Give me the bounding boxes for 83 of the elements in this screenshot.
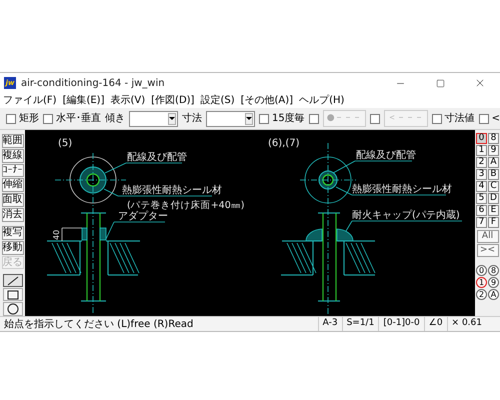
menu-item[interactable]: ヘルプ(H) <box>299 93 344 108</box>
draw-tool-button[interactable] <box>2 288 22 302</box>
checkbox-label: 寸法値 <box>444 112 475 126</box>
layer-group-button[interactable]: 9 <box>488 277 499 288</box>
layer-button[interactable]: F <box>488 217 499 228</box>
checkbox[interactable] <box>6 114 16 124</box>
layer-group-button[interactable]: 0 <box>476 265 487 276</box>
layer-mode-button[interactable]: >< <box>476 244 498 257</box>
layer-button[interactable]: D <box>488 193 499 204</box>
layer-button[interactable]: 1 <box>476 145 487 156</box>
checkbox-label: < <box>492 112 500 126</box>
layer-group-button[interactable]: 8 <box>488 265 499 276</box>
draw-tool-button[interactable] <box>2 274 22 288</box>
menu-item[interactable]: 設定(S) <box>200 93 235 108</box>
drawing-label: 配線及び配管 <box>356 150 416 161</box>
checkbox-label: 矩形 <box>19 112 39 126</box>
tool-button[interactable]: 消去 <box>2 208 24 222</box>
layer-button[interactable]: E <box>488 205 499 216</box>
checkbox-label: 水平･垂直 <box>56 112 101 126</box>
dropdown-field[interactable] <box>129 110 178 126</box>
tool-button[interactable]: ｺｰﾅｰ <box>2 164 24 178</box>
maximize-icon <box>436 78 444 88</box>
tool-button[interactable]: 範囲 <box>2 134 24 148</box>
drawing-label: アダプター <box>118 211 168 222</box>
checkbox-label: 15度毎 <box>272 112 305 126</box>
status-field: × 0.61 <box>446 317 486 331</box>
checkbox[interactable] <box>259 114 269 124</box>
layer-mode-button[interactable]: All <box>476 230 498 243</box>
tool-button[interactable]: 伸縮 <box>2 178 24 192</box>
layer-button[interactable]: A <box>488 157 499 168</box>
tool-button[interactable]: 移動 <box>2 240 24 255</box>
draw-tool-button[interactable] <box>2 302 22 316</box>
drawing-canvas[interactable]: (5) 40 配線及び配管 熱膨張性耐熱シール材 (パテ巻き付け床面+40㎜) アダプター (6),(7) 配線及び配管 熱膨張性耐熱シール材 耐火キャップ(パテ内蔵) <box>25 130 475 316</box>
checkbox[interactable] <box>432 114 442 124</box>
menu-item[interactable]: [作図(D)] <box>151 93 194 108</box>
layer-button[interactable]: 4 <box>476 181 487 192</box>
caret-icon <box>245 112 253 124</box>
status-field: ∠0 <box>424 317 447 331</box>
circle-tool-icon <box>6 303 18 316</box>
tool-button[interactable]: 複写 <box>2 226 24 240</box>
checkbox[interactable] <box>478 114 489 124</box>
drawing-label: (6),(7) <box>268 138 300 149</box>
layer-button[interactable]: 8 <box>488 133 499 144</box>
field-label: 傾き <box>105 112 125 126</box>
drawing-label: 配線及び配管 <box>127 152 187 163</box>
drawing-label: 熱膨張性耐熱シール材 <box>122 185 222 196</box>
layer-button[interactable]: 0 <box>476 133 487 144</box>
tool-button[interactable]: 複線 <box>2 148 24 163</box>
status-message: 始点を指示してください (L)free (R)Read <box>3 318 194 332</box>
checkbox[interactable] <box>370 114 380 124</box>
field-label: 寸法 <box>182 112 202 126</box>
tool-button[interactable]: 面取 <box>2 193 24 208</box>
layer-group-button[interactable]: 1 <box>476 277 487 288</box>
status-field: A-3 <box>318 317 342 331</box>
layer-button[interactable]: C <box>488 181 499 192</box>
menu-item[interactable]: ファイル(F) <box>3 93 57 108</box>
drawing-label: (5) <box>58 138 72 149</box>
layer-button[interactable]: B <box>488 169 499 180</box>
layer-button[interactable]: 6 <box>476 205 487 216</box>
menu-item[interactable]: [その他(A)] <box>240 93 294 108</box>
drawing-label: (パテ巻き付け床面+40㎜) <box>127 200 244 211</box>
status-field: [0-1]0-0 <box>378 317 424 331</box>
menu-item[interactable]: 表示(V) <box>110 93 146 108</box>
checkbox[interactable] <box>43 114 53 124</box>
layer-button[interactable]: 9 <box>488 145 499 156</box>
line-tool-icon <box>6 276 18 286</box>
rectangle-tool-icon <box>6 290 18 300</box>
layer-button[interactable]: 2 <box>476 157 487 168</box>
layer-group-button[interactable]: A <box>488 289 499 300</box>
layer-button[interactable]: 5 <box>476 193 487 204</box>
caret-icon <box>168 112 176 124</box>
status-field: S=1/1 <box>342 317 378 331</box>
drawing-label: 熱膨張性耐熱シール材 <box>352 184 452 195</box>
layer-group-button[interactable]: 2 <box>476 289 487 300</box>
drawing-label: 耐火キャップ(パテ内蔵) <box>352 210 460 221</box>
dimension-label: 40 <box>52 230 61 240</box>
close-icon <box>474 77 486 89</box>
layer-button[interactable]: 7 <box>476 217 487 228</box>
dropdown-field[interactable] <box>206 110 255 126</box>
menu-item[interactable]: [編集(E)] <box>62 93 104 108</box>
layer-button[interactable]: 3 <box>476 169 487 180</box>
checkbox[interactable] <box>308 114 319 124</box>
window-title: air-conditioning-164 - jw_win <box>21 76 165 90</box>
